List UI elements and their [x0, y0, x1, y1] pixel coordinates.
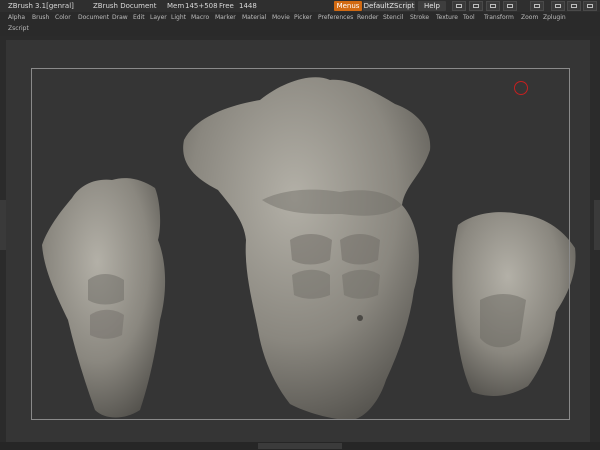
right-tray-handle[interactable] — [594, 200, 600, 250]
brush-cursor-icon — [514, 81, 528, 95]
bottom-tray-handle[interactable] — [258, 443, 342, 449]
document-frame — [31, 68, 570, 420]
left-tray-handle[interactable] — [0, 200, 6, 250]
